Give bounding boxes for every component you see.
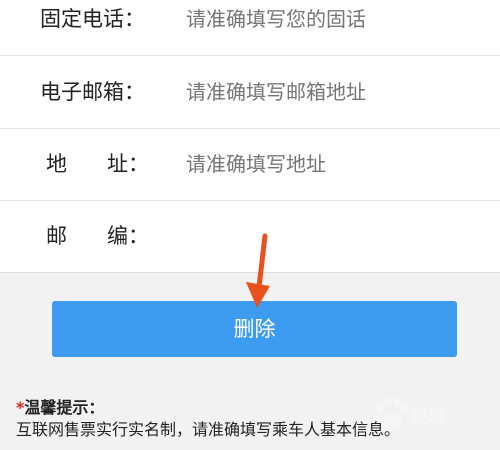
arrow-down-icon: [246, 233, 270, 308]
postcode-label-second: 编：: [107, 224, 149, 248]
address-label-first: 地: [46, 152, 67, 176]
landline-label: 固定电话：: [40, 7, 145, 31]
address-input[interactable]: [186, 149, 476, 179]
form-row-landline: 固定电话：: [0, 0, 500, 56]
email-label: 电子邮箱：: [40, 80, 145, 104]
landline-input[interactable]: [186, 4, 476, 34]
tips-title-text: 温馨提示：: [24, 398, 105, 417]
address-label: 地 址：: [46, 149, 149, 179]
row-divider: [0, 55, 500, 56]
postcode-label: 邮 编：: [46, 221, 149, 251]
baidu-paw-icon: [377, 397, 408, 431]
baidu-watermark: 经验: [372, 392, 492, 442]
email-input[interactable]: [186, 77, 476, 107]
watermark-text: 经验: [410, 406, 446, 427]
form-row-address: 地 址：: [0, 129, 500, 201]
address-label-second: 址：: [107, 152, 149, 176]
postcode-input[interactable]: [186, 221, 476, 251]
form-row-email: 电子邮箱：: [0, 57, 500, 129]
postcode-label-first: 邮: [46, 224, 67, 248]
